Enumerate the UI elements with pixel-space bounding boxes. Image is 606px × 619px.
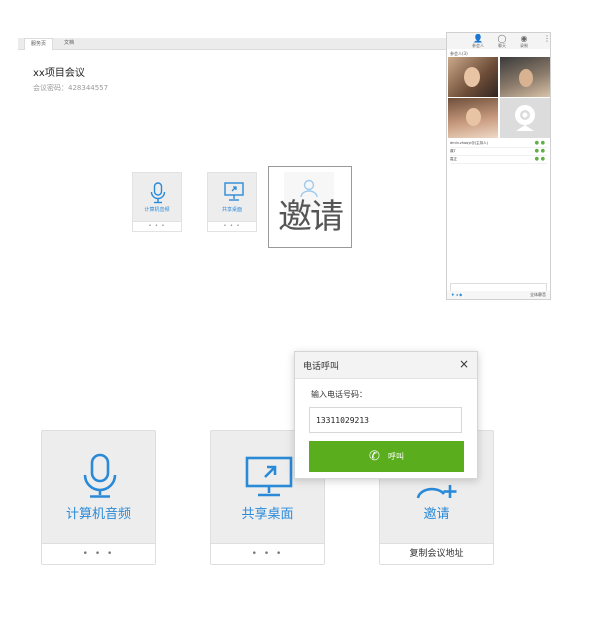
record-icon: ◉ <box>520 34 528 43</box>
add-user-icon <box>416 485 457 499</box>
meeting-password: 会议密码：428344557 <box>33 84 109 92</box>
phone-number-input[interactable] <box>309 407 462 433</box>
phone-call-dialog: 电话呼叫 × 输入电话号码： ✆ 呼叫 <box>294 351 478 479</box>
video-tile-3[interactable] <box>448 98 498 138</box>
small-audio-more[interactable]: • • • <box>133 221 181 231</box>
footer-mic-icon[interactable]: ♦ ◂ ◆ <box>451 292 462 297</box>
phone-icon: ✆ <box>369 449 380 464</box>
participant-row[interactable]: 嘉正 ● ● <box>450 156 547 164</box>
microphone-icon <box>83 453 117 498</box>
small-share-card[interactable]: 共享桌面 • • • <box>207 172 257 232</box>
more-icon: ⋮ <box>543 34 551 43</box>
mute-all-button[interactable]: 全体静音 <box>530 292 546 298</box>
tab-documents[interactable]: 文档 <box>58 38 80 49</box>
small-share-more[interactable]: • • • <box>208 221 256 231</box>
mic-status-icon: ● ● <box>534 140 545 146</box>
video-tile-2[interactable] <box>500 57 550 97</box>
small-share-label: 共享桌面 <box>221 207 242 213</box>
meeting-title: xx项目会议 <box>33 68 85 79</box>
invite-zoom-highlight: 邀请 <box>268 166 352 248</box>
share-desktop-icon <box>224 182 244 201</box>
mic-status-icon: ● ● <box>534 148 545 154</box>
computer-audio-card[interactable]: 计算机音频 • • • <box>41 430 156 565</box>
invite-label: 邀请 <box>423 507 450 522</box>
chat-icon: ◯ <box>497 34 507 43</box>
panel-toolbar: 👤 参会人 ◯ 聊天 ◉ 录制 ⋮ <box>447 33 551 49</box>
small-audio-label: 计算机音频 <box>144 207 170 213</box>
participants-tab[interactable]: 👤 参会人 <box>471 34 485 49</box>
record-tab[interactable]: ◉ 录制 <box>517 34 531 49</box>
invite-zoom-label: 邀请 <box>278 197 344 237</box>
more-menu[interactable]: ⋮ <box>540 34 554 43</box>
participant-row[interactable]: dmin.zhaoyi@(主持人) ● ● <box>450 140 547 148</box>
webcam-icon <box>515 105 535 131</box>
copy-meeting-address-button[interactable]: 复制会议地址 <box>380 543 493 564</box>
video-tile-1[interactable] <box>448 57 498 97</box>
computer-audio-more[interactable]: • • • <box>42 543 155 564</box>
participant-row[interactable]: 鼎T ● ● <box>450 148 547 156</box>
participants-panel: 👤 参会人 ◯ 聊天 ◉ 录制 ⋮ 参会人(3) dmin.zhaoyi@(主持人) ●… <box>446 32 551 300</box>
share-desktop-more[interactable]: • • • <box>211 543 324 564</box>
dialog-header: 电话呼叫 × <box>295 352 477 379</box>
tab-service-page[interactable]: 服务页 <box>24 38 54 50</box>
computer-audio-label: 计算机音频 <box>65 507 131 522</box>
phone-number-prompt: 输入电话号码： <box>311 390 367 399</box>
video-tile-4[interactable] <box>500 98 550 138</box>
mic-status-icon: ● ● <box>534 156 545 162</box>
call-button[interactable]: ✆ 呼叫 <box>309 441 464 472</box>
panel-footer: ♦ ◂ ◆ 全体静音 <box>447 291 550 299</box>
close-icon[interactable]: × <box>459 357 469 371</box>
dialog-title: 电话呼叫 <box>303 362 340 372</box>
tab-bar: 服务页 文档 <box>18 38 446 50</box>
person-icon: 👤 <box>473 34 483 43</box>
share-desktop-icon <box>245 456 293 497</box>
chat-tab[interactable]: ◯ 聊天 <box>495 34 509 49</box>
share-desktop-label: 共享桌面 <box>241 507 294 522</box>
microphone-icon <box>150 182 166 204</box>
call-button-label: 呼叫 <box>387 452 404 461</box>
small-audio-card[interactable]: 计算机音频 • • • <box>132 172 182 232</box>
